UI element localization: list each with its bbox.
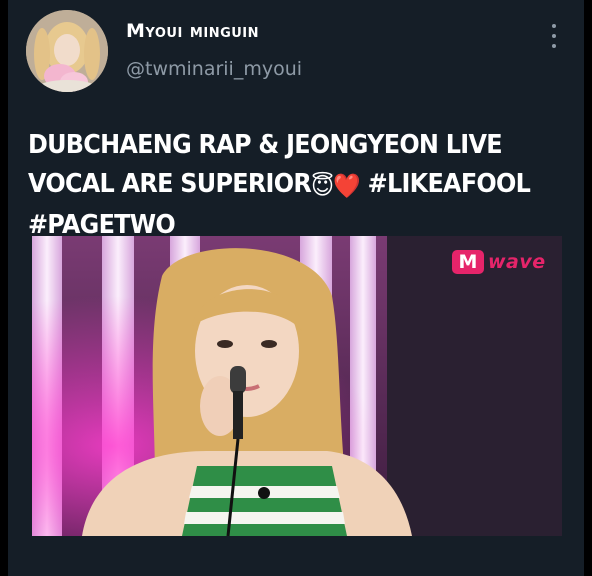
tweet-media-image[interactable]: M wave [32,236,562,536]
performance-photo [32,236,562,536]
mwave-logo: M wave [452,250,546,274]
mwave-logo-mark: M [452,250,484,274]
halo-smile-emoji-icon: 😇 [311,172,334,200]
tweet-text: DUBCHAENG RAP & JEONGYEON LIVE VOCAL ARE… [28,126,532,245]
avatar[interactable] [26,10,108,92]
author-handle[interactable]: @twminarii_myoui [126,58,302,80]
red-heart-emoji-icon: ❤️ [333,172,361,200]
avatar-image [26,10,108,92]
mwave-logo-word: wave [488,251,546,273]
more-vertical-icon[interactable] [544,24,564,48]
tweet-card[interactable]: Myoui minguin @twminarii_myoui DUBCHAENG… [8,0,584,576]
author-display-name[interactable]: Myoui minguin [126,20,259,42]
